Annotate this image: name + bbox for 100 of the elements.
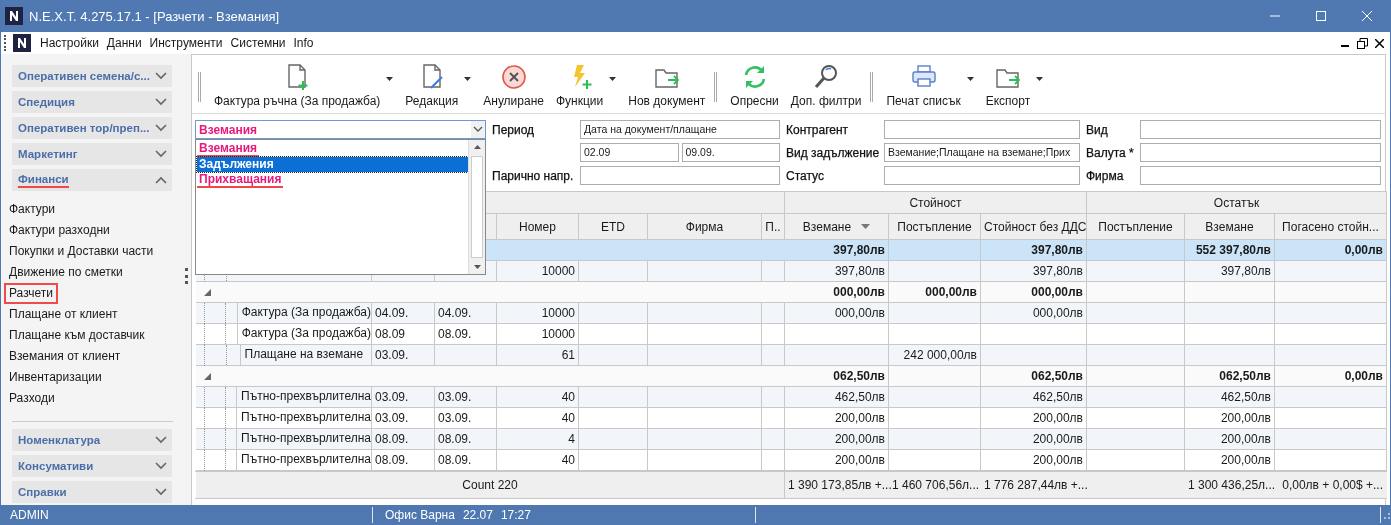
- toolbar-grip: [870, 72, 874, 102]
- field-label: Контрагент: [785, 122, 850, 137]
- splitter-handle[interactable]: [185, 268, 188, 284]
- column-total: 1 300 436,25л...: [1184, 471, 1275, 499]
- field-label: Валута *: [1085, 145, 1135, 160]
- column-group-header: Остатък: [1086, 191, 1387, 214]
- column-header[interactable]: Вземане: [1184, 213, 1275, 240]
- status-time: 17:27: [500, 508, 531, 522]
- field-label: Фирма: [1085, 168, 1125, 183]
- toolbar-grip: [714, 72, 718, 102]
- column-total: 1 776 287,44лв +...: [980, 471, 1087, 499]
- chevron-down-icon: [155, 124, 167, 132]
- column-header[interactable]: Постъпление: [888, 213, 981, 240]
- field-label: Период: [491, 122, 536, 137]
- chevron-down-icon: [155, 436, 167, 444]
- input-field[interactable]: [580, 166, 780, 185]
- menu-item[interactable]: Info: [290, 36, 319, 50]
- column-header[interactable]: Стойност без ДДС: [980, 213, 1087, 240]
- input-field[interactable]: [1140, 143, 1381, 162]
- sidebar-item[interactable]: Плащане към доставчик: [4, 325, 150, 346]
- column-header[interactable]: Постъпление: [1086, 213, 1185, 240]
- dropdown-option[interactable]: Прихващания: [197, 172, 284, 188]
- date-field[interactable]: 09.09.: [681, 143, 780, 162]
- toolbar-button[interactable]: Фактура ръчна (За продажба): [209, 63, 399, 108]
- sidebar-item[interactable]: Разчети: [4, 283, 58, 304]
- input-field[interactable]: [1140, 120, 1381, 139]
- toolbar-button[interactable]: Анулиране: [478, 63, 549, 108]
- sidebar-item[interactable]: Разходи: [4, 388, 60, 409]
- sidebar-section[interactable]: Оперативен семена/с...: [12, 65, 172, 87]
- sidebar-item[interactable]: Движение по сметки: [4, 262, 128, 283]
- column-header[interactable]: Вземане: [784, 213, 889, 240]
- toolbar-button[interactable]: Доп. филтри: [785, 63, 867, 108]
- toolbar-button[interactable]: Редакция: [400, 63, 477, 108]
- close-icon[interactable]: [1375, 38, 1384, 48]
- input-field[interactable]: [884, 120, 1080, 139]
- table-cell: Фактура (За продажба): [236, 302, 371, 324]
- sidebar-item[interactable]: Плащане от клиент: [4, 304, 123, 325]
- column-total: 1 390 173,85лв +...: [784, 471, 889, 499]
- menu-item[interactable]: Настройки: [37, 36, 104, 50]
- sidebar-section[interactable]: Финанси: [12, 169, 172, 191]
- chevron-down-icon: [155, 462, 167, 470]
- sidebar-item[interactable]: Покупки и Доставки части: [4, 241, 159, 262]
- toolbar-grip: [198, 72, 201, 102]
- close-icon: [1362, 11, 1372, 21]
- toolbar-button[interactable]: Опресни: [725, 63, 784, 108]
- column-header[interactable]: Фирма: [647, 213, 762, 240]
- sidebar-item[interactable]: Вземания от клиент: [4, 346, 126, 367]
- sidebar-section[interactable]: Консумативи: [12, 455, 172, 477]
- resize-grip-icon[interactable]: [1381, 510, 1391, 520]
- toolbar-button[interactable]: Функции: [551, 63, 622, 108]
- restore-icon[interactable]: [1357, 37, 1368, 49]
- menu-item[interactable]: Системни: [227, 36, 291, 50]
- sidebar-section[interactable]: Номенклатура: [12, 429, 172, 451]
- chevron-down-icon: [155, 72, 167, 80]
- caret-icon: [966, 77, 974, 81]
- toolbar-button[interactable]: Печат списък: [881, 63, 979, 108]
- table-cell: Пътно-прехвърлителна: [236, 449, 371, 471]
- input-field[interactable]: Вземание;Плащане на вземане;Прих: [884, 143, 1080, 162]
- column-header[interactable]: Погасено стойн...: [1274, 213, 1387, 240]
- input-field[interactable]: [884, 166, 1080, 185]
- chevron-up-icon: [155, 176, 167, 184]
- sidebar-section[interactable]: Спедиция: [12, 91, 172, 113]
- period-field[interactable]: Дата на документ/плащане: [580, 120, 780, 139]
- app-logo-icon: [5, 7, 23, 25]
- status-office: Офис Варна: [385, 508, 455, 522]
- caret-icon: [609, 77, 617, 81]
- column-total: 0,00лв + 0,00$ +...: [1274, 471, 1387, 499]
- column-header[interactable]: Номер: [496, 213, 579, 240]
- sidebar-item[interactable]: Инвентаризации: [4, 367, 107, 388]
- expanded-icon[interactable]: [203, 372, 211, 380]
- sidebar-section[interactable]: Справки: [12, 481, 172, 503]
- caret-icon: [464, 77, 472, 81]
- toolbar-button[interactable]: Нов документ: [623, 63, 711, 108]
- sidebar-section[interactable]: Оперативен тор/преп...: [12, 117, 172, 139]
- grip-icon: [4, 35, 8, 51]
- sidebar-item[interactable]: Фактури разходни: [4, 220, 115, 241]
- toolbar-button[interactable]: Експорт: [980, 63, 1049, 108]
- chevron-down-icon: [155, 98, 167, 106]
- chevron-down-icon: [155, 150, 167, 158]
- table-cell: Плащане на вземане: [239, 344, 364, 366]
- column-group-header: Стойност: [784, 191, 1087, 214]
- sidebar-section[interactable]: Маркетинг: [12, 143, 172, 165]
- date-field[interactable]: 02.09: [580, 143, 679, 162]
- menu-item[interactable]: Данни: [103, 36, 147, 50]
- scroll-thumb[interactable]: [471, 155, 483, 259]
- table-cell: Пътно-прехвърлителна: [236, 407, 371, 429]
- expanded-icon[interactable]: [203, 288, 211, 296]
- table-cell: Пътно-прехвърлителна: [236, 428, 371, 450]
- window-title: N.E.X.T. 4.275.17.1 - [Разчети - Вземания]: [29, 8, 280, 24]
- menu-item[interactable]: Инструменти: [146, 36, 228, 50]
- table-cell: Пътно-прехвърлителна: [236, 386, 371, 408]
- x-circle-icon: [499, 63, 528, 91]
- column-header[interactable]: ETD: [578, 213, 648, 240]
- table-cell: Фактура (За продажба): [236, 323, 371, 345]
- caret-icon: [1036, 77, 1044, 81]
- dropdown-option[interactable]: Задължения: [197, 157, 468, 172]
- input-field[interactable]: [1140, 166, 1381, 185]
- scrollbar[interactable]: [468, 140, 485, 274]
- sidebar-item[interactable]: Фактури: [4, 199, 61, 220]
- maximize-icon: [1316, 11, 1326, 21]
